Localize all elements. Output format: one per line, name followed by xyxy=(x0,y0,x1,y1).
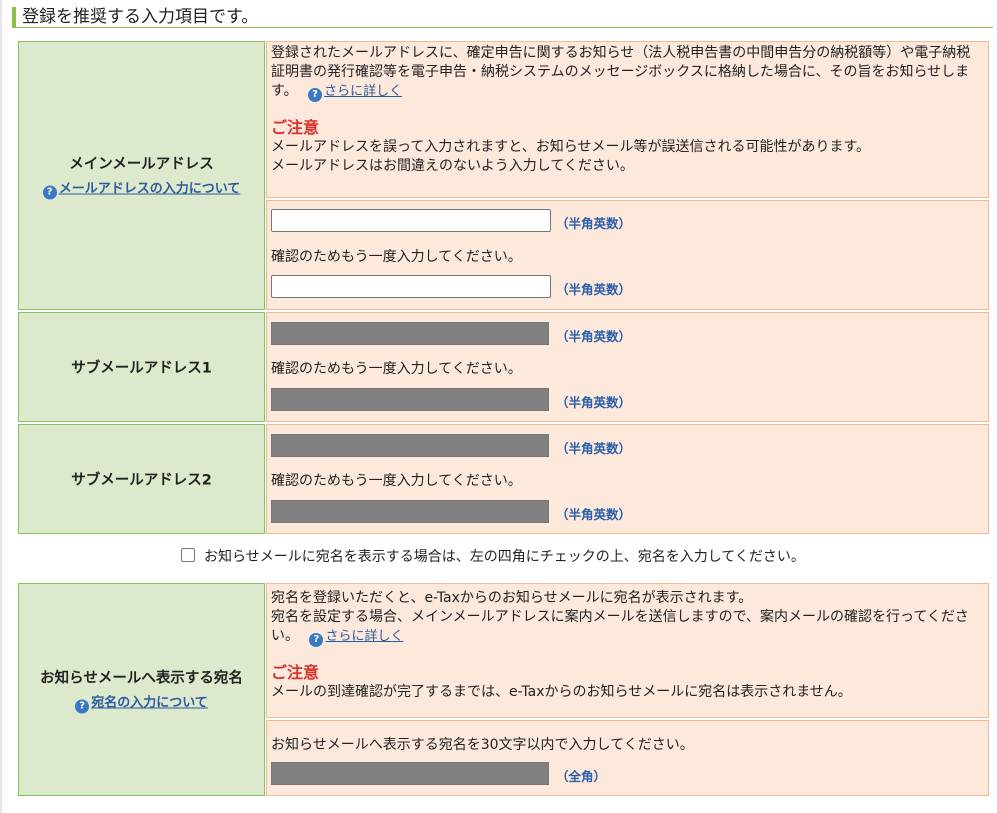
help-icon: ? xyxy=(309,633,324,647)
addressee-notice-cell: 宛名を登録いただくと、e-Taxからのお知らせメールに宛名が表示されます。 宛名… xyxy=(266,583,989,718)
addressee-more-link[interactable]: さらに詳しく xyxy=(325,629,403,644)
addressee-checkbox-row[interactable]: お知らせメールに宛名を表示する場合は、左の四角にチェックの上、宛名を入力してくだ… xyxy=(181,548,805,566)
addressee-input-instruction: お知らせメールへ表示する宛名を30文字以内で入力してください。 xyxy=(271,737,694,753)
sub-email-2-confirm-input xyxy=(271,500,549,523)
sub-email-1-format-note: （半角英数） xyxy=(556,329,632,344)
help-icon: ? xyxy=(42,185,57,199)
main-email-caution-line2: メールアドレスはお間違えのないよう入力してください。 xyxy=(271,158,634,174)
section-header: 登録を推奨する入力項目です。 xyxy=(12,7,993,28)
section-header-bar xyxy=(12,7,16,27)
addressee-label: お知らせメールへ表示する宛名 xyxy=(40,670,243,686)
main-email-label: メインメールアドレス xyxy=(69,156,214,172)
addressee-input xyxy=(271,762,549,785)
sub-email-1-confirm-input xyxy=(271,388,549,411)
sub-email-2-label: サブメールアドレス2 xyxy=(71,472,212,489)
addressee-format-note: （全角） xyxy=(556,769,607,784)
addressee-checkbox[interactable] xyxy=(181,548,195,562)
main-email-confirm-text: 確認のためもう一度入力してください。 xyxy=(271,249,522,265)
sub-email-2-confirm-format-note: （半角英数） xyxy=(556,507,632,522)
main-email-input[interactable] xyxy=(271,209,551,232)
addressee-caution-title: ご注意 xyxy=(271,663,320,682)
section-title: 登録を推奨する入力項目です。 xyxy=(22,7,259,27)
sub-email-1-input-cell: （半角英数） 確認のためもう一度入力してください。 （半角英数） xyxy=(266,312,989,422)
sub-email-1-confirm-format-note: （半角英数） xyxy=(556,395,632,410)
addressee-description-line1: 宛名を登録いただくと、e-Taxからのお知らせメールに宛名が表示されます。 xyxy=(271,590,753,606)
main-email-format-note: （半角英数） xyxy=(556,216,632,231)
main-email-caution-title: ご注意 xyxy=(271,118,320,137)
main-email-more-link[interactable]: さらに詳しく xyxy=(324,84,402,99)
sub-email-1-label: サブメールアドレス1 xyxy=(71,360,212,377)
addressee-caution-line1: メールの到達確認が完了するまでは、e-Taxからのお知らせメールに宛名は表示され… xyxy=(271,684,852,700)
help-icon: ? xyxy=(308,88,323,102)
sub-email-2-input-cell: （半角英数） 確認のためもう一度入力してください。 （半角英数） xyxy=(266,424,989,534)
addressee-help-link[interactable]: 宛名の入力について xyxy=(91,695,208,710)
main-email-label-cell: メインメールアドレス ? メールアドレスの入力について xyxy=(18,41,265,310)
main-email-help-link[interactable]: メールアドレスの入力について xyxy=(59,181,241,196)
sub-email-2-confirm-text: 確認のためもう一度入力してください。 xyxy=(271,473,522,489)
sub-email-1-input xyxy=(271,322,549,345)
main-email-notice-cell: 登録されたメールアドレスに、確定申告に関するお知らせ（法人税申告書の中間申告分の… xyxy=(266,41,989,198)
help-icon: ? xyxy=(75,699,90,713)
sub-email-2-input xyxy=(271,434,549,457)
main-email-confirm-input[interactable] xyxy=(271,275,551,298)
addressee-label-cell: お知らせメールへ表示する宛名 ? 宛名の入力について xyxy=(18,583,265,796)
sub-email-1-confirm-text: 確認のためもう一度入力してください。 xyxy=(271,361,522,377)
main-email-confirm-format-note: （半角英数） xyxy=(556,282,632,297)
main-email-input-cell: （半角英数） 確認のためもう一度入力してください。 （半角英数） xyxy=(266,200,989,310)
sub-email-2-format-note: （半角英数） xyxy=(556,441,632,456)
addressee-input-cell: お知らせメールへ表示する宛名を30文字以内で入力してください。 （全角） xyxy=(266,720,989,796)
page-left-border xyxy=(0,0,2,813)
main-email-caution-line1: メールアドレスを誤って入力されますと、お知らせメール等が誤送信される可能性があり… xyxy=(271,139,871,155)
addressee-checkbox-label: お知らせメールに宛名を表示する場合は、左の四角にチェックの上、宛名を入力してくだ… xyxy=(204,549,805,565)
sub-email-1-label-cell: サブメールアドレス1 xyxy=(18,312,265,422)
sub-email-2-label-cell: サブメールアドレス2 xyxy=(18,424,265,534)
